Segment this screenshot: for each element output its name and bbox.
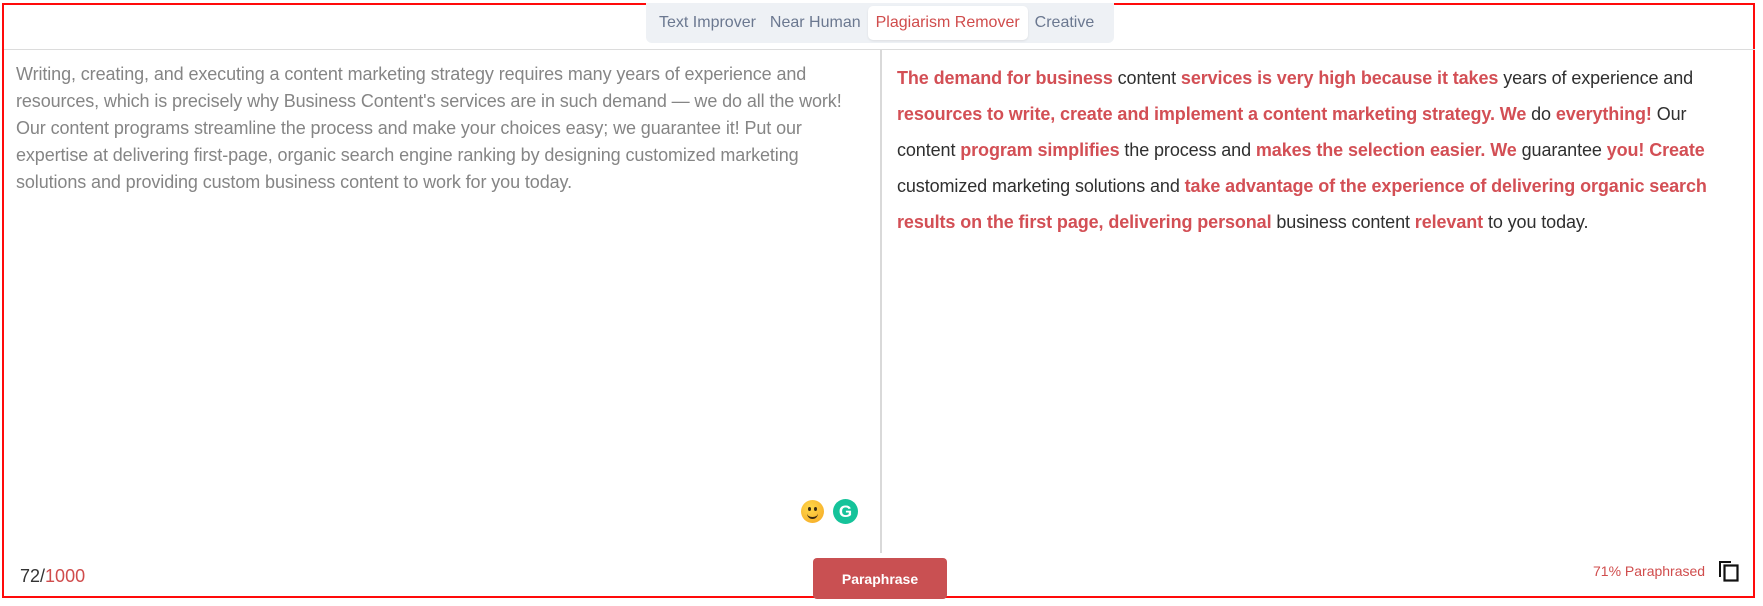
paraphrase-button[interactable]: Paraphrase [813,558,947,599]
changed-segment[interactable]: you! Create [1607,140,1705,160]
changed-segment[interactable]: everything! [1556,104,1652,124]
changed-segment[interactable]: program simplifies [960,140,1119,160]
panel-divider [880,50,882,553]
unchanged-segment: to you today. [1483,212,1589,232]
tab-text-improver[interactable]: Text Improver [652,6,763,40]
changed-segment[interactable]: The demand for business [897,68,1113,88]
unchanged-segment: years of experience and [1498,68,1694,88]
word-counter: 72/1000 [20,566,85,587]
mode-tabs: Text Improver Near Human Plagiarism Remo… [646,3,1114,43]
unchanged-segment: guarantee [1516,140,1607,160]
unchanged-segment: do [1526,104,1556,124]
tab-plagiarism-remover[interactable]: Plagiarism Remover [867,6,1028,40]
emoji-eye [808,507,811,511]
changed-segment[interactable]: services is very high because it takes [1181,68,1498,88]
emoji-eye [814,507,817,511]
smiley-emoji-icon[interactable] [801,500,824,523]
copy-icon-glyph [1719,561,1739,582]
tab-creative[interactable]: Creative [1028,6,1102,40]
tab-near-human[interactable]: Near Human [763,6,868,40]
unchanged-segment: the process and [1119,140,1256,160]
changed-segment[interactable]: resources to write, create and implement… [897,104,1526,124]
grammarly-icon[interactable]: G [833,499,858,524]
output-text: The demand for business content services… [897,60,1749,240]
changed-segment[interactable]: makes the selection easier. We [1256,140,1517,160]
paraphrased-percent: 71% Paraphrased [1593,563,1706,579]
emoji-mouth [807,512,818,519]
input-textarea[interactable]: Writing, creating, and executing a conte… [16,61,866,196]
unchanged-segment: customized marketing solutions and [897,176,1185,196]
unchanged-segment: business content [1271,212,1415,232]
changed-segment[interactable]: relevant [1415,212,1483,232]
word-count: 72 [20,566,41,586]
unchanged-segment: content [1112,68,1181,88]
copy-icon[interactable] [1716,560,1742,582]
word-limit: 1000 [45,566,86,586]
